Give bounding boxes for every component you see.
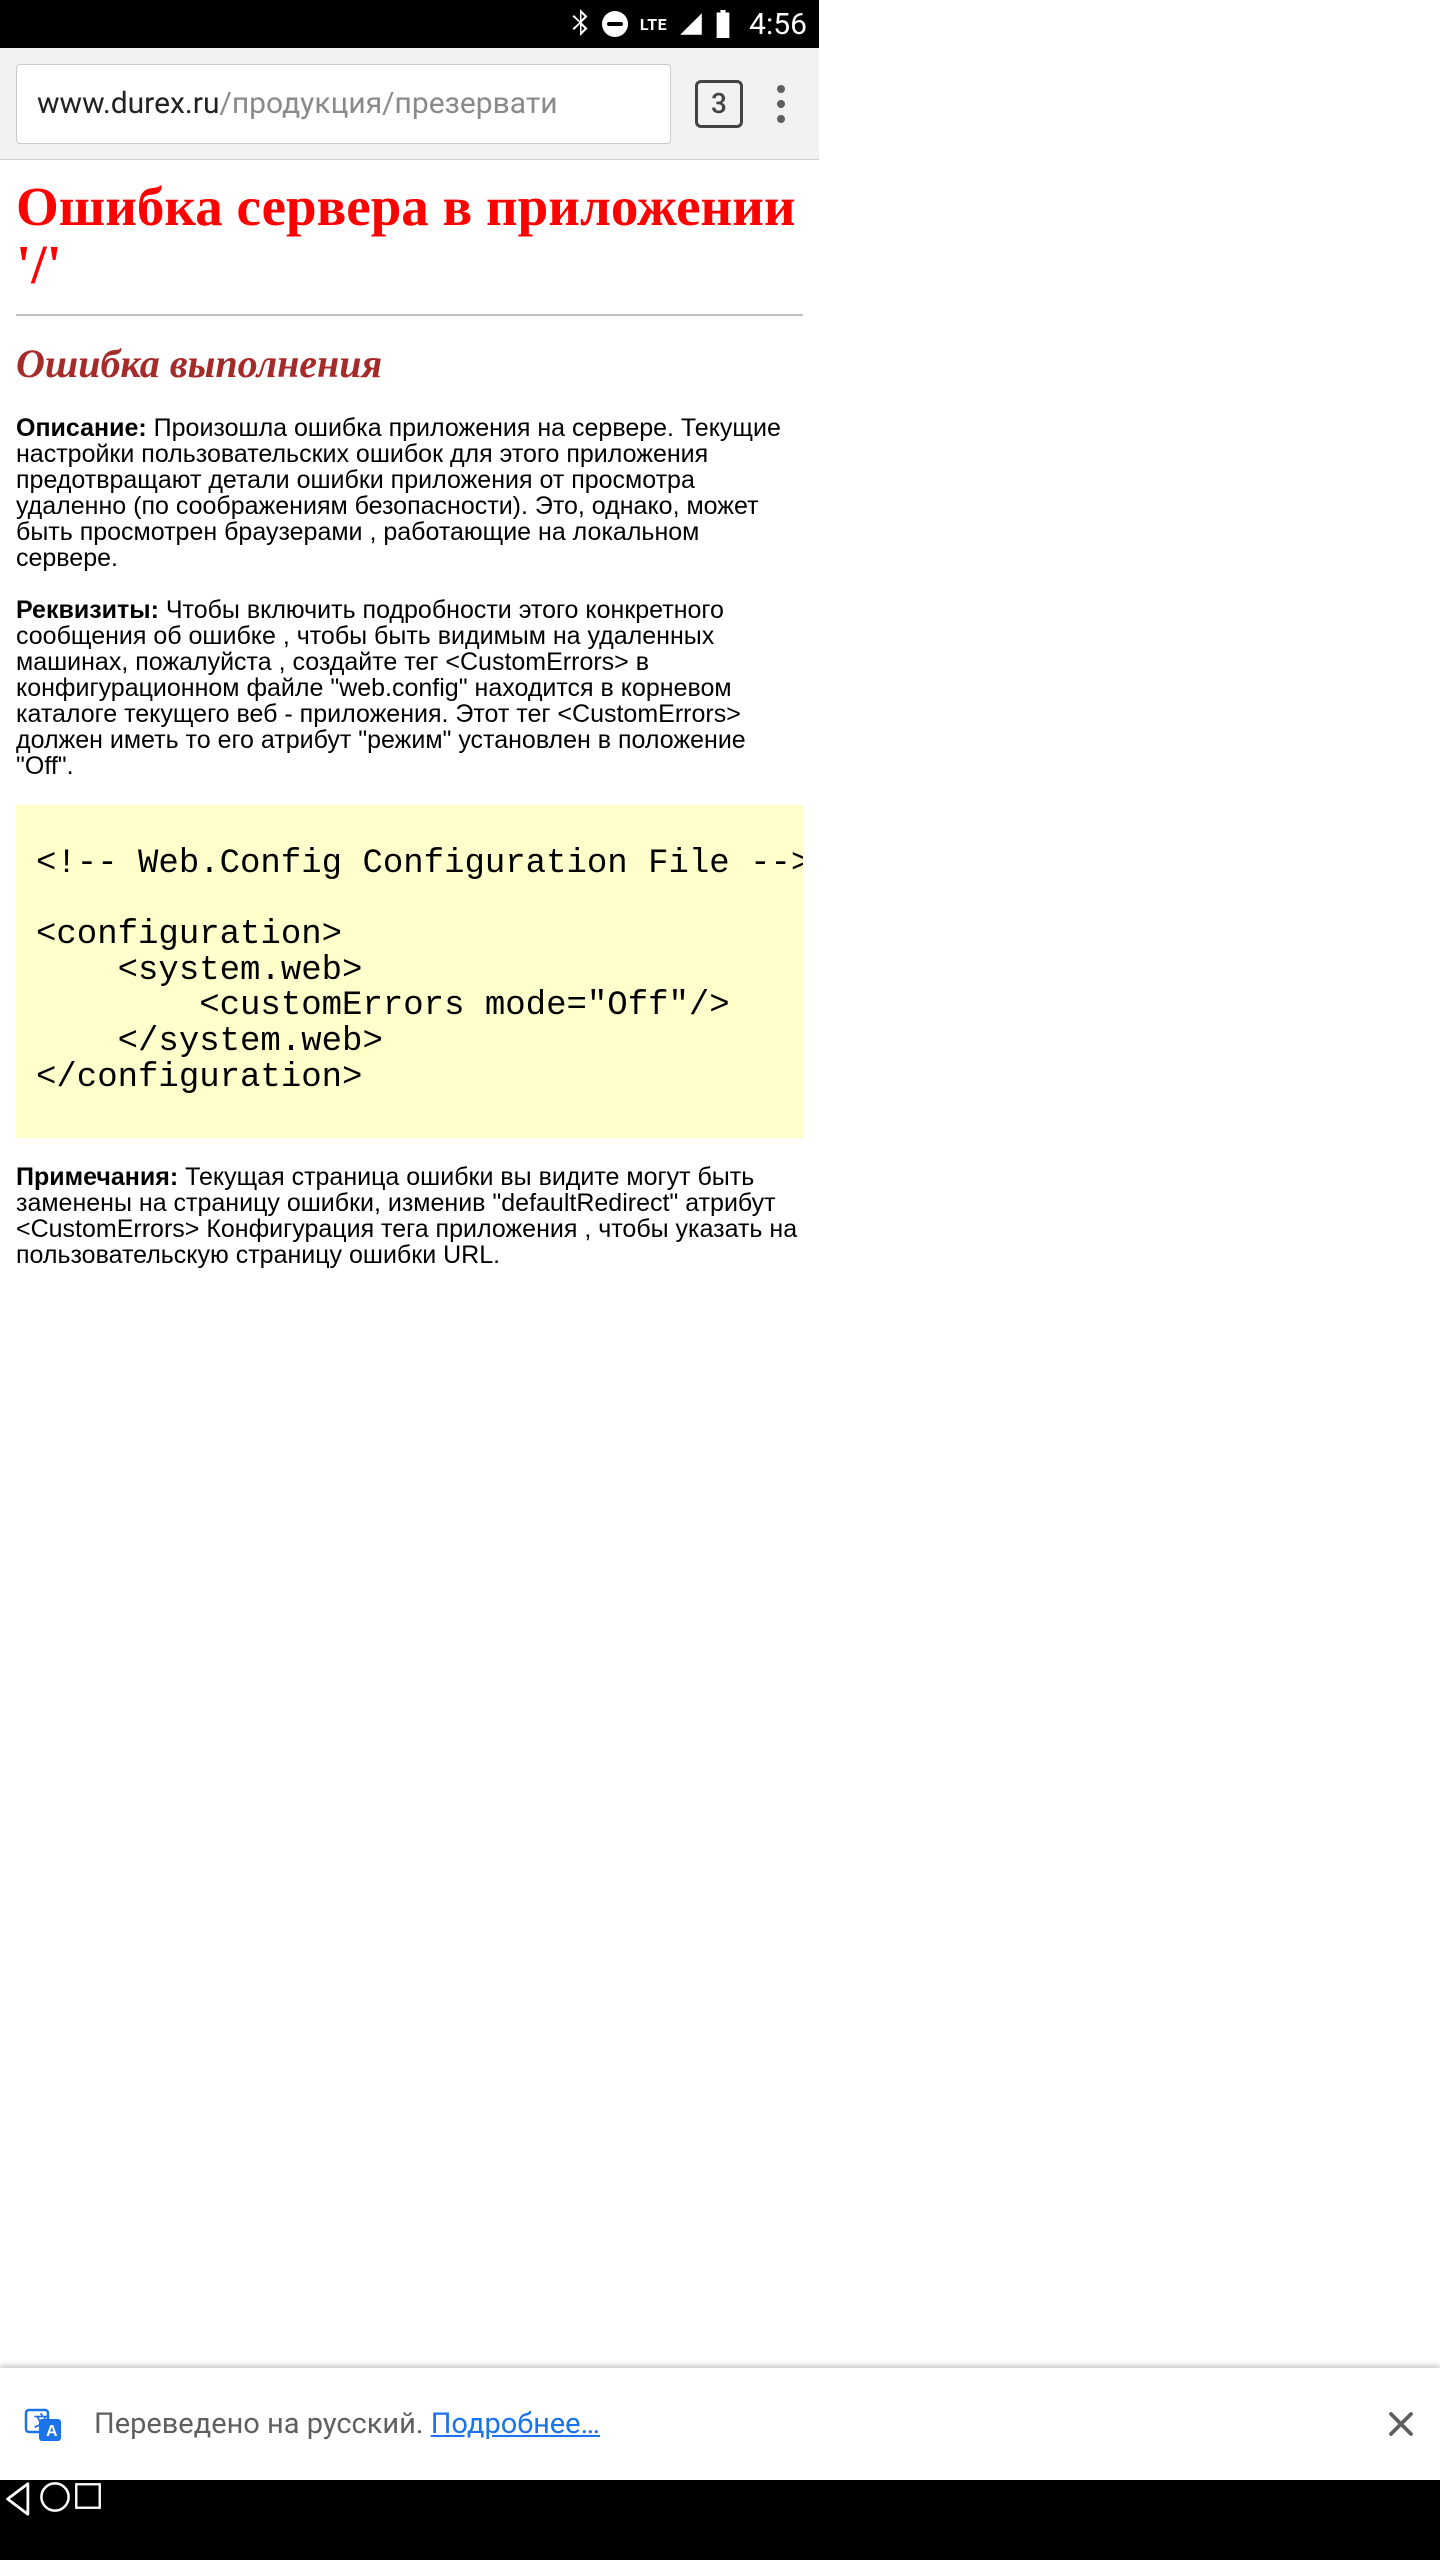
details-text: Чтобы включить подробности этого конкрет… [16,596,746,780]
translate-bar: 文 A Переведено на русский. Подробнее… [0,2368,1440,2480]
translate-icon: 文 A [24,2404,64,2444]
back-button[interactable] [0,2480,38,2560]
notes-label: Примечания: [16,1163,178,1191]
tabs-count: 3 [711,87,727,120]
kebab-dot-icon [777,115,785,123]
details-paragraph: Реквизиты: Чтобы включить подробности эт… [16,597,803,779]
tabs-button[interactable]: 3 [695,80,743,128]
status-bar: LTE 4:56 [0,0,819,48]
more-menu-button[interactable] [759,74,803,134]
translate-more-link[interactable]: Подробнее… [431,2407,600,2441]
svg-text:A: A [46,2423,58,2440]
android-nav-bar [0,2480,1440,2560]
translate-text: Переведено на русский. Подробнее… [94,2407,1366,2441]
error-title: Ошибка сервера в приложении '/' [16,178,803,294]
home-button[interactable] [38,2480,72,2560]
battery-icon [715,10,731,38]
page-content: Ошибка сервера в приложении '/' Ошибка в… [0,160,819,1294]
url-path: /продукция/презервати [219,86,557,121]
details-label: Реквизиты: [16,596,159,624]
do-not-disturb-icon [602,11,628,37]
recents-button[interactable] [72,2480,104,2560]
notes-paragraph: Примечания: Текущая страница ошибки вы в… [16,1164,803,1268]
url-domain: www.durex.ru [37,86,219,121]
translate-close-button[interactable] [1386,2409,1416,2439]
translate-msg: Переведено на русский. [94,2407,431,2441]
divider [16,314,803,316]
description-label: Описание: [16,414,147,442]
bluetooth-icon [570,9,590,39]
network-label: LTE [640,15,667,34]
description-paragraph: Описание: Произошла ошибка приложения на… [16,415,803,571]
signal-icon [679,12,703,36]
kebab-dot-icon [777,100,785,108]
clock: 4:56 [749,7,807,42]
code-block: <!-- Web.Config Configuration File --> <… [16,805,803,1139]
error-subtitle: Ошибка выполнения [16,340,803,387]
browser-toolbar: www.durex.ru/продукция/презервати 3 [0,48,819,160]
url-bar[interactable]: www.durex.ru/продукция/презервати [16,64,671,144]
kebab-dot-icon [777,85,785,93]
